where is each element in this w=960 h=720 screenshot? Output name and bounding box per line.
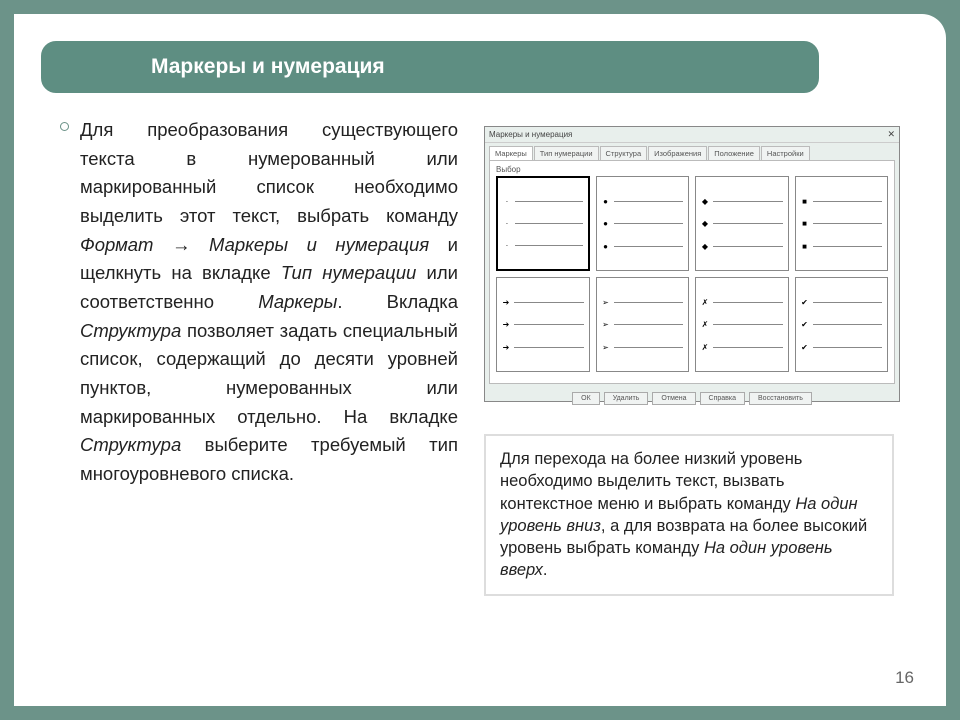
page-number: 16 — [895, 668, 914, 688]
bullet-option[interactable]: ➔➔➔ — [496, 277, 590, 372]
dialog-body: Выбор ···●●●◆◆◆■■■ ➔➔➔➢➢➢✗✗✗✔✔✔ — [489, 160, 895, 384]
slide-title: Маркеры и нумерация — [40, 40, 820, 94]
tab-settings[interactable]: Настройки — [761, 146, 810, 160]
bullet-option[interactable]: ■■■ — [795, 176, 889, 271]
restore-button[interactable]: Восстановить — [749, 392, 812, 405]
tab-markers[interactable]: Маркеры — [489, 146, 533, 160]
bullet-option[interactable]: ✔✔✔ — [795, 277, 889, 372]
dialog-title-text: Маркеры и нумерация — [489, 130, 572, 139]
bullet-icon — [60, 122, 69, 131]
tab-position[interactable]: Положение — [708, 146, 760, 160]
selection-label: Выбор — [496, 165, 888, 174]
dialog-titlebar: Маркеры и нумерация ✕ — [485, 127, 899, 143]
body-text: Для преобразования существующего текста … — [80, 116, 458, 489]
tab-structure[interactable]: Структура — [600, 146, 648, 160]
bullet-option[interactable]: ➢➢➢ — [596, 277, 690, 372]
slide: Маркеры и нумерация Для преобразования с… — [14, 14, 946, 706]
tab-images[interactable]: Изображения — [648, 146, 707, 160]
bullet-grid: ···●●●◆◆◆■■■ ➔➔➔➢➢➢✗✗✗✔✔✔ — [496, 176, 888, 372]
close-icon[interactable]: ✕ — [887, 129, 895, 140]
bullet-option[interactable]: ··· — [496, 176, 590, 271]
bullet-option[interactable]: ✗✗✗ — [695, 277, 789, 372]
help-button[interactable]: Справка — [700, 392, 745, 405]
cancel-button[interactable]: Отмена — [652, 392, 695, 405]
side-note-content: Для перехода на более низкий уровень нео… — [500, 450, 867, 579]
bullet-option[interactable]: ◆◆◆ — [695, 176, 789, 271]
delete-button[interactable]: Удалить — [604, 392, 649, 405]
dialog-tabs: Маркеры Тип нумерации Структура Изображе… — [485, 143, 899, 160]
ok-button[interactable]: ОК — [572, 392, 600, 405]
side-note: Для перехода на более низкий уровень нео… — [484, 434, 894, 596]
bullets-dialog: Маркеры и нумерация ✕ Маркеры Тип нумера… — [484, 126, 900, 402]
tab-numbering-type[interactable]: Тип нумерации — [534, 146, 599, 160]
dialog-buttons: ОК Удалить Отмена Справка Восстановить — [485, 388, 899, 405]
bullet-option[interactable]: ●●● — [596, 176, 690, 271]
body-content: Для преобразования существующего текста … — [80, 119, 458, 484]
